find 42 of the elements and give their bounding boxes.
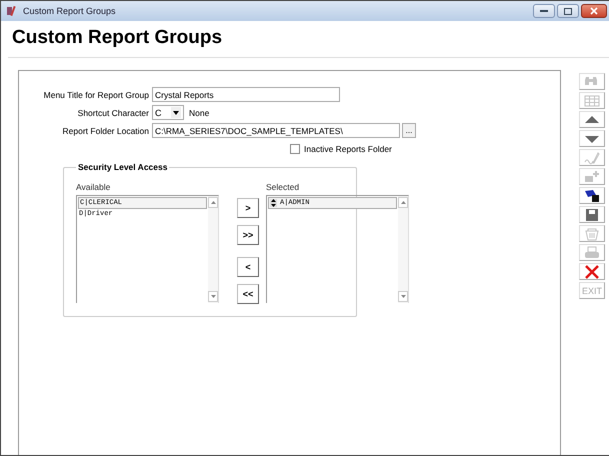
close-icon (584, 264, 600, 280)
toolbar-button[interactable] (579, 187, 605, 204)
list-label: Available (76, 182, 112, 192)
move-button[interactable]: >> (237, 225, 259, 245)
window-title: Custom Report Groups (23, 6, 116, 16)
save-icon (584, 206, 600, 222)
caret-icon (173, 110, 179, 114)
minimize-icon (540, 10, 548, 12)
shortcut-dropdown[interactable]: C (152, 105, 184, 120)
move-button[interactable]: > (237, 198, 259, 218)
field-label: Report Folder Location (62, 126, 150, 136)
close-icon (590, 7, 598, 15)
scroll-up-icon (400, 201, 406, 204)
list-label: Selected (266, 182, 300, 192)
text-field[interactable]: Crystal Reports (152, 87, 340, 102)
scrollbar[interactable] (398, 196, 408, 303)
scroll-down-icon (210, 295, 216, 298)
signature-icon (584, 150, 600, 166)
checkbox[interactable] (290, 144, 300, 154)
move-button[interactable]: < (237, 257, 259, 277)
group-title: Security Level Access (76, 162, 170, 172)
move-button[interactable]: << (237, 284, 259, 304)
maximize-button[interactable] (557, 4, 579, 18)
shapes-icon (584, 188, 600, 204)
basket-icon (584, 226, 600, 242)
minimize-button[interactable] (533, 4, 555, 18)
scroll-up-icon (210, 201, 216, 204)
add-icon (584, 168, 600, 184)
grid-icon (584, 92, 600, 108)
printer-icon (584, 244, 600, 260)
browse-button[interactable]: ... (402, 123, 416, 138)
page-heading: Custom Report Groups (8, 21, 609, 58)
close-button[interactable] (581, 4, 607, 18)
scroll-down-icon (400, 295, 406, 298)
maximize-icon (564, 8, 572, 14)
checkbox-label: Inactive Reports Folder (304, 144, 392, 154)
scrollbar[interactable] (208, 196, 218, 303)
field-label: Shortcut Character (76, 108, 150, 118)
field-label: Menu Title for Report Group (42, 90, 150, 100)
shortcut-note: None (189, 108, 210, 118)
text-field[interactable]: C:\RMA_SERIES7\DOC_SAMPLE_TEMPLATES\ (152, 123, 400, 138)
sort-icon (270, 199, 277, 207)
